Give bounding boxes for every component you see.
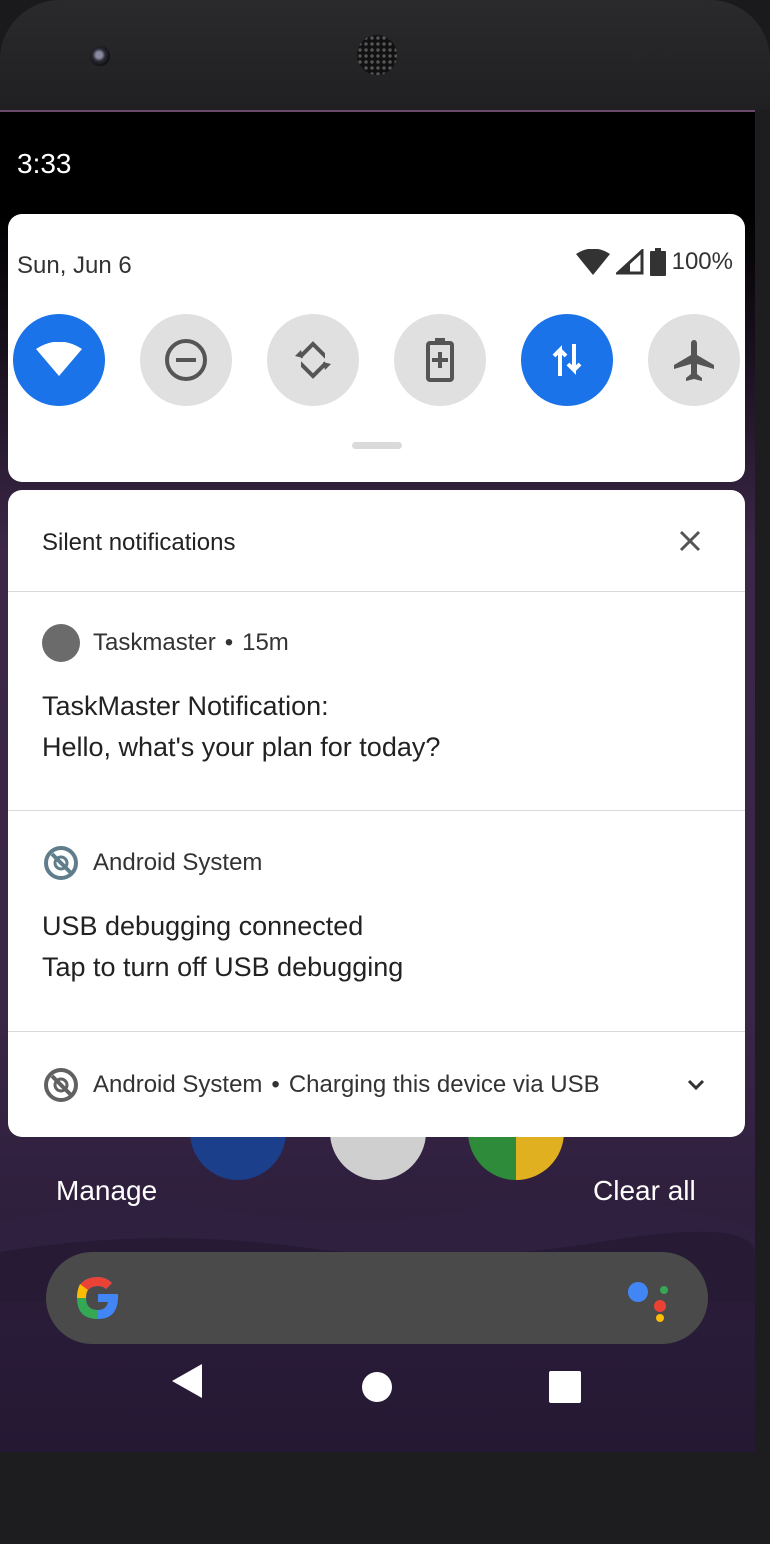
notification-text: Hello, what's your plan for today? (42, 732, 441, 762)
separator: • (271, 1071, 280, 1098)
notification-panel: Silent notifications Taskmaster • 15m Ta… (8, 490, 745, 1137)
notification-usb-debugging[interactable]: Android System USB debugging connected T… (8, 811, 745, 1032)
do-not-disturb-icon (165, 339, 207, 381)
airplane-icon (674, 340, 714, 381)
app-name: Android System (93, 849, 263, 876)
android-system-icon (44, 846, 78, 880)
android-system-icon (44, 1068, 78, 1102)
timestamp: 15m (242, 629, 289, 656)
app-icon (42, 624, 80, 662)
drag-handle[interactable] (352, 442, 402, 449)
recents-button[interactable] (549, 1371, 581, 1403)
silent-section-header: Silent notifications (8, 490, 745, 592)
notification-header: Android System (42, 844, 262, 882)
app-name: Taskmaster (93, 629, 216, 656)
separator: • (224, 629, 234, 656)
tile-auto-rotate[interactable] (267, 314, 359, 406)
app-name: Android System (93, 1071, 263, 1098)
cell-signal-icon (615, 249, 644, 275)
status-icons: 100% (575, 248, 733, 276)
screen: 3:33 Sun, Jun 6 100% Silent notification… (0, 110, 755, 1454)
battery-percent: 100% (671, 248, 733, 275)
notification-title: USB debugging connected (42, 911, 364, 941)
top-bezel (0, 0, 770, 110)
bottom-bezel (0, 1452, 770, 1544)
notification-header: Android System • Charging this device vi… (42, 1066, 600, 1104)
google-search-bar[interactable] (46, 1252, 708, 1344)
section-title: Silent notifications (42, 529, 236, 556)
rotate-icon (291, 341, 335, 379)
notification-taskmaster[interactable]: Taskmaster • 15m TaskMaster Notification… (8, 591, 745, 811)
tile-do-not-disturb[interactable] (140, 314, 232, 406)
light-sensor (662, 50, 670, 58)
chevron-down-icon[interactable] (683, 1072, 709, 1098)
battery-icon (649, 248, 666, 276)
battery-saver-icon (426, 338, 454, 382)
back-button[interactable] (170, 1362, 204, 1400)
date-label[interactable]: Sun, Jun 6 (17, 252, 132, 280)
close-icon[interactable] (675, 526, 705, 556)
notification-title: TaskMaster Notification: (42, 691, 329, 721)
notification-header: Taskmaster • 15m (42, 624, 289, 662)
clock: 3:33 (17, 148, 72, 179)
proximity-sensor (632, 46, 646, 60)
status-bar: 3:33 (0, 112, 755, 212)
tile-wifi[interactable] (13, 314, 105, 406)
notification-charging[interactable]: Android System • Charging this device vi… (8, 1032, 745, 1137)
tile-mobile-data[interactable] (521, 314, 613, 406)
quick-settings-panel: Sun, Jun 6 100% (8, 214, 745, 482)
phone-device: 3:33 Sun, Jun 6 100% Silent notification… (0, 0, 770, 1544)
data-arrows-icon (552, 344, 582, 376)
wifi-icon (36, 342, 82, 376)
front-camera (90, 46, 110, 66)
tile-airplane-mode[interactable] (648, 314, 740, 406)
wifi-signal-icon (575, 249, 610, 275)
assistant-mic-icon[interactable] (624, 1278, 676, 1322)
google-logo-icon (77, 1277, 119, 1319)
notification-text: Tap to turn off USB debugging (42, 952, 404, 982)
tile-battery-saver[interactable] (394, 314, 486, 406)
earpiece-speaker (357, 35, 397, 75)
home-button[interactable] (360, 1370, 394, 1404)
manage-button[interactable]: Manage (56, 1175, 157, 1207)
clear-all-button[interactable]: Clear all (593, 1175, 696, 1207)
notification-summary: Charging this device via USB (288, 1071, 600, 1098)
right-bezel (755, 110, 770, 1452)
